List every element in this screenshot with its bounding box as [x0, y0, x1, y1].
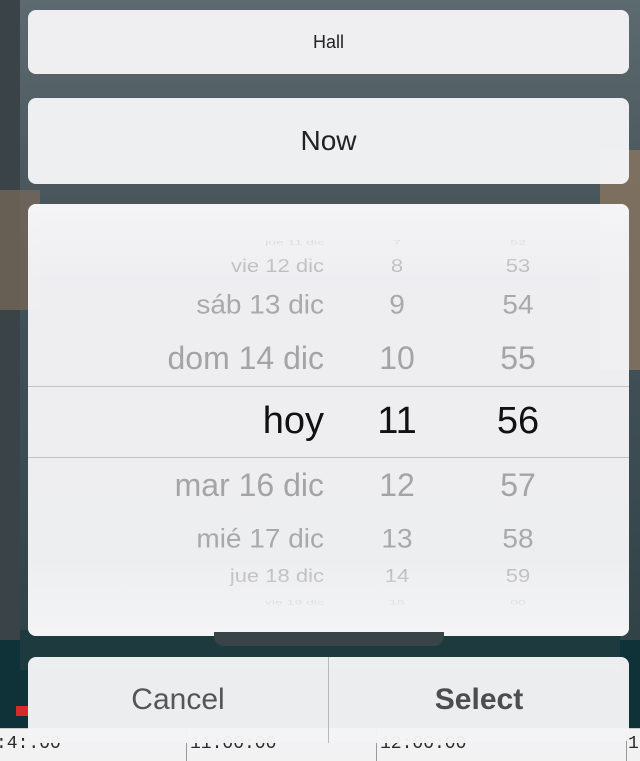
picker-row[interactable]: mar 16 dic 12 57: [28, 465, 629, 505]
picker-day-value: vie 19 dic: [264, 598, 324, 606]
sheet-handle: [214, 632, 444, 646]
picker-day-value: dom 14 dic: [167, 340, 324, 376]
picker-hour-value: 11: [377, 400, 417, 442]
select-button[interactable]: Select: [329, 657, 629, 743]
picker-day-value: mar 16 dic: [174, 467, 324, 503]
picker-row[interactable]: dom 14 dic 10 55: [28, 338, 629, 378]
recording-marker: [16, 706, 28, 716]
now-button[interactable]: Now: [28, 98, 629, 184]
picker-minute-value: 00: [510, 598, 526, 606]
picker-row[interactable]: vie 19 dic 15 00: [28, 582, 629, 622]
picker-minute-value: 57: [500, 467, 536, 503]
picker-hour-value: 8: [390, 254, 404, 277]
picker-hour-value: 13: [381, 523, 413, 554]
picker-day-value: mié 17 dic: [196, 523, 324, 554]
picker-hour-value: 15: [389, 598, 405, 606]
picker-hour-value: 9: [389, 289, 405, 320]
picker-minute-value: 53: [505, 254, 531, 277]
camera-name-button[interactable]: Hall: [28, 10, 629, 74]
picker-row[interactable]: vie 12 dic 8 53: [28, 246, 629, 286]
timeline-label: 12: [628, 734, 640, 754]
picker-row[interactable]: sáb 13 dic 9 54: [28, 285, 629, 325]
picker-hour-value: 10: [379, 340, 415, 376]
picker-row[interactable]: mié 17 dic 13 58: [28, 519, 629, 559]
picker-minute-value: 55: [500, 340, 536, 376]
camera-name-label: Hall: [312, 31, 344, 52]
picker-day-value: vie 12 dic: [231, 254, 324, 277]
action-bar: Cancel Select: [28, 657, 629, 743]
picker-day-value: hoy: [262, 400, 324, 442]
picker-day-value: sáb 13 dic: [196, 289, 324, 320]
picker-minute-value: 56: [496, 400, 540, 442]
picker-minute-value: 58: [502, 523, 534, 554]
picker-minute-value: 54: [502, 289, 534, 320]
picker-hour-value: 12: [379, 467, 415, 503]
picker-row-selected[interactable]: hoy 11 56: [28, 401, 629, 441]
now-button-label: Now: [300, 125, 357, 156]
cancel-button[interactable]: Cancel: [28, 657, 329, 743]
date-time-picker[interactable]: jue 11 dic 7 52 vie 12 dic 8 53 sáb 13 dic 9 54 d…: [28, 204, 629, 636]
